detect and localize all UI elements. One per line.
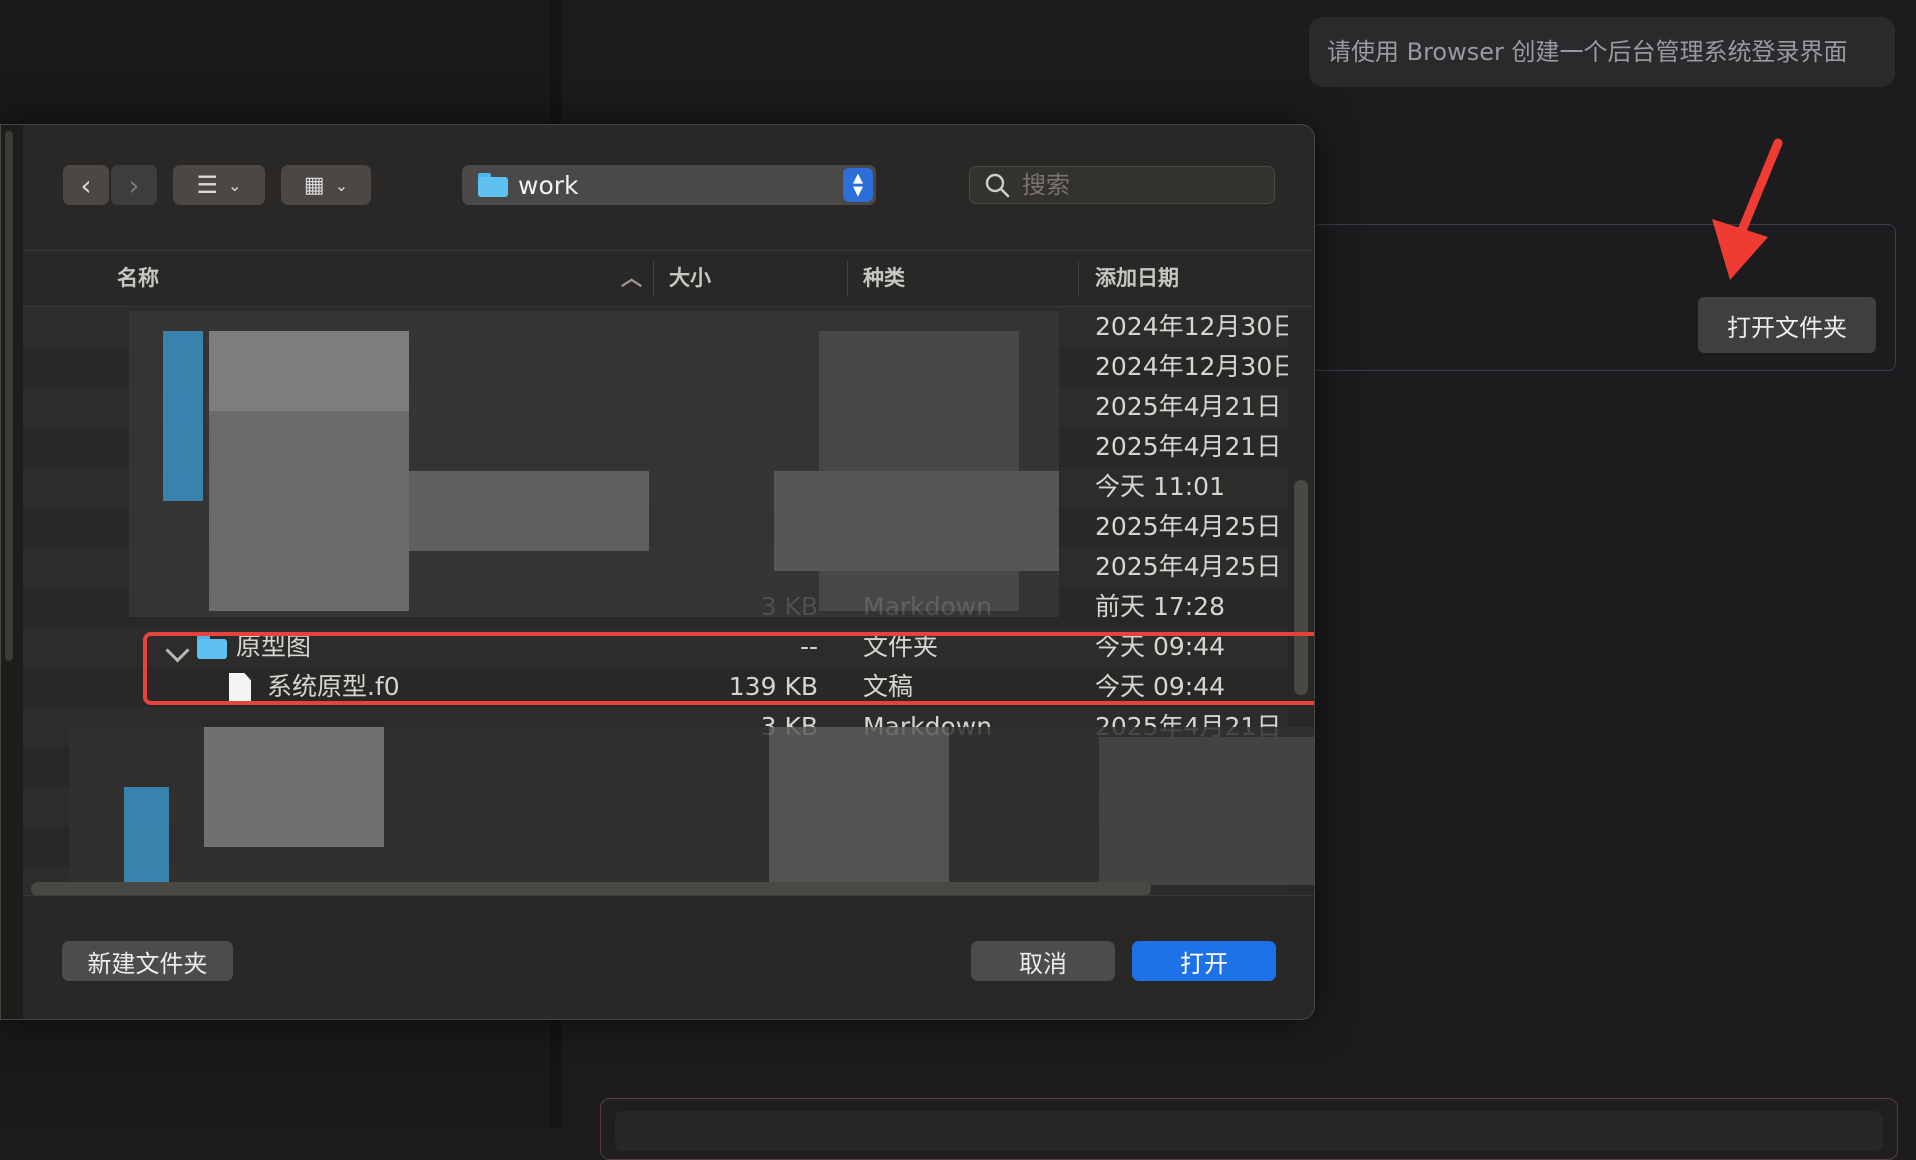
- search-icon: [985, 173, 1010, 198]
- dialog-sidebar-edge: [1, 125, 23, 1019]
- list-view-icon: ☰: [196, 171, 219, 199]
- open-folder-button[interactable]: 打开文件夹: [1698, 297, 1876, 353]
- annotation-highlight-box: [143, 632, 1314, 705]
- chat-input-inner[interactable]: [615, 1111, 1883, 1151]
- horizontal-scrollbar[interactable]: [31, 882, 1151, 896]
- annotation-arrow: [1712, 138, 1783, 280]
- chevron-right-icon: ›: [128, 168, 140, 202]
- redacted-region-top: [129, 311, 1059, 617]
- list-view-button[interactable]: ☰ ⌄: [173, 165, 265, 205]
- grid-view-button[interactable]: ▦ ⌄: [281, 165, 371, 205]
- grid-view-icon: ▦: [303, 172, 325, 198]
- forward-button[interactable]: ›: [111, 165, 157, 205]
- column-header-size[interactable]: 大小: [669, 251, 711, 306]
- open-button[interactable]: 打开: [1132, 941, 1276, 981]
- column-header-date-added[interactable]: 添加日期: [1095, 251, 1179, 306]
- column-header-row: 名称 ︿ 大小 种类 添加日期: [23, 251, 1314, 307]
- current-folder-label: work: [518, 170, 579, 200]
- cancel-button[interactable]: 取消: [971, 941, 1115, 981]
- chevron-down-icon: ⌄: [334, 175, 349, 195]
- chat-input-card: [600, 1098, 1898, 1160]
- sidebar-scrollbar[interactable]: [5, 131, 13, 661]
- sort-ascending-icon: ︿: [621, 266, 642, 290]
- search-field[interactable]: [969, 166, 1275, 204]
- new-folder-button[interactable]: 新建文件夹: [62, 941, 233, 981]
- folder-icon: [478, 173, 508, 197]
- chat-message-bubble: 请使用 Browser 创建一个后台管理系统登录界面: [1309, 17, 1895, 87]
- dialog-toolbar: ‹ › ☰ ⌄ ▦ ⌄ work ▲ ▼: [23, 125, 1314, 251]
- back-button[interactable]: ‹: [63, 165, 109, 205]
- up-down-stepper-icon: ▲ ▼: [843, 168, 873, 202]
- redacted-region-bottom: [69, 727, 1314, 885]
- chevron-left-icon: ‹: [80, 168, 92, 202]
- location-popup[interactable]: work ▲ ▼: [462, 165, 876, 205]
- search-input[interactable]: [1020, 170, 1254, 200]
- chevron-down-icon: ⌄: [228, 175, 242, 195]
- column-header-name[interactable]: 名称: [117, 251, 159, 306]
- open-file-dialog: ‹ › ☰ ⌄ ▦ ⌄ work ▲▼ 名称 ︿ 大小: [0, 124, 1315, 1020]
- column-header-kind[interactable]: 种类: [863, 251, 905, 306]
